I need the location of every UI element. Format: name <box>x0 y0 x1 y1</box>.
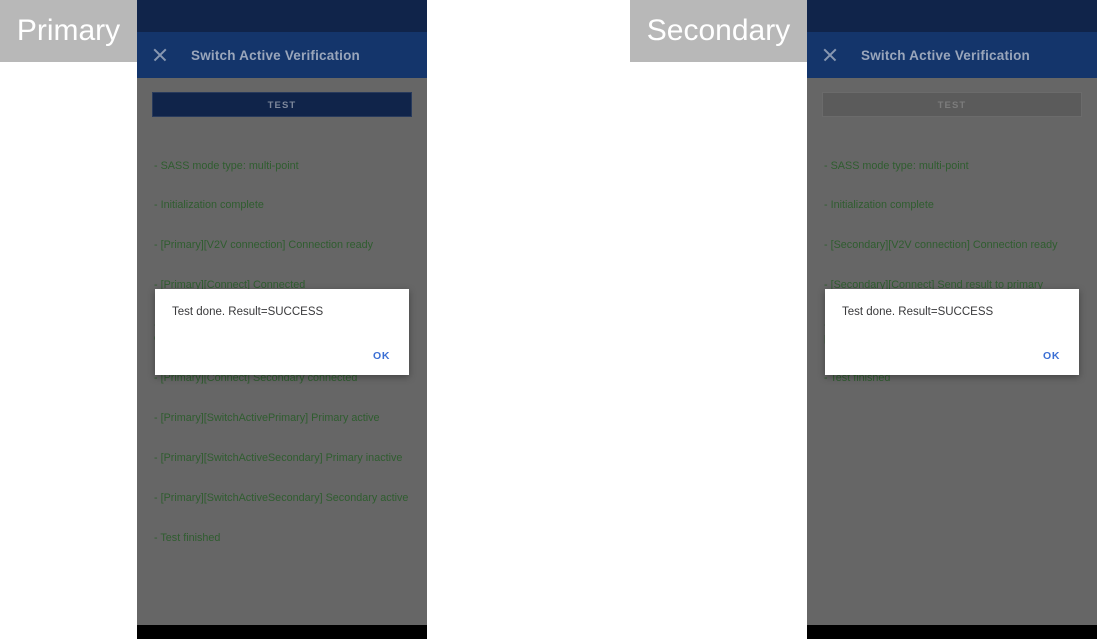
label-secondary: Secondary <box>630 0 807 62</box>
log-line: - SASS mode type: multi-point <box>824 159 969 172</box>
log-line: - [Primary][SwitchActiveSecondary] Prima… <box>154 452 403 465</box>
navigation-bar <box>807 625 1097 639</box>
close-icon[interactable] <box>821 46 839 64</box>
log-line: - Test finished <box>154 531 221 544</box>
dialog-ok-button[interactable]: OK <box>367 346 396 366</box>
result-dialog: Test done. Result=SUCCESS OK <box>825 289 1079 375</box>
result-dialog: Test done. Result=SUCCESS OK <box>155 289 409 375</box>
status-bar-secondary <box>807 0 1097 32</box>
device-panel-primary: Switch Active Verification TEST - SASS m… <box>137 0 427 639</box>
log-line: - [Primary][SwitchActiveSecondary] Secon… <box>154 492 409 505</box>
navigation-bar <box>137 625 427 639</box>
device-panel-secondary: Switch Active Verification TEST - SASS m… <box>807 0 1097 639</box>
close-icon[interactable] <box>151 46 169 64</box>
log-line: - [Secondary][V2V connection] Connection… <box>824 239 1058 252</box>
status-bar-primary <box>137 0 427 32</box>
screenshot-canvas: Switch Active Verification TEST - SASS m… <box>0 0 1100 639</box>
log-line: - Initialization complete <box>824 199 934 212</box>
test-button: TEST <box>822 92 1082 117</box>
log-line: - [Primary][V2V connection] Connection r… <box>154 239 374 252</box>
dialog-ok-button[interactable]: OK <box>1037 346 1066 366</box>
dialog-message: Test done. Result=SUCCESS <box>842 306 994 318</box>
test-button[interactable]: TEST <box>152 92 412 117</box>
app-bar-title: Switch Active Verification <box>861 47 1030 63</box>
log-line: - Initialization complete <box>154 199 264 212</box>
dialog-message: Test done. Result=SUCCESS <box>172 306 324 318</box>
log-line: - [Primary][SwitchActivePrimary] Primary… <box>154 412 380 425</box>
app-bar-secondary: Switch Active Verification <box>807 32 1097 78</box>
log-line: - SASS mode type: multi-point <box>154 159 299 172</box>
label-primary: Primary <box>0 0 137 62</box>
app-bar-primary: Switch Active Verification <box>137 32 427 78</box>
app-bar-title: Switch Active Verification <box>191 47 360 63</box>
